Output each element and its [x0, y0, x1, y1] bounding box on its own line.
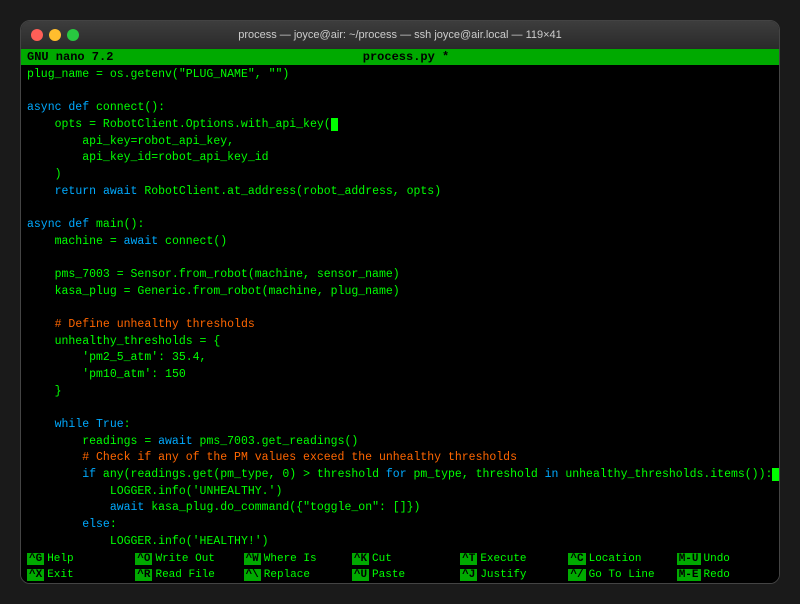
footer-undo[interactable]: M-U Undo [671, 551, 779, 567]
key-cut: ^K [352, 553, 369, 565]
maximize-button[interactable] [67, 29, 79, 41]
titlebar: process — joyce@air: ~/process — ssh joy… [21, 21, 779, 49]
code-line: machine = await connect() [27, 234, 773, 251]
code-line: readings = await pms_7003.get_readings() [27, 434, 773, 451]
key-paste: ^U [352, 569, 369, 581]
label-paste: Paste [372, 569, 405, 581]
code-line: opts = RobotClient.Options.with_api_key( [27, 117, 773, 134]
code-line: else: [27, 517, 773, 534]
key-redo: M-E [677, 569, 701, 581]
code-line: } [27, 384, 773, 401]
code-line: plug_name = os.getenv("PLUG_NAME", "") [27, 67, 773, 84]
label-cut: Cut [372, 553, 392, 565]
footer-justify[interactable]: ^J Justify [454, 567, 562, 583]
code-line: LOGGER.info('HEALTHY!') [27, 534, 773, 551]
footer-execute[interactable]: ^T Execute [454, 551, 562, 567]
code-line: # Define unhealthy thresholds [27, 317, 773, 334]
key-where-is: ^W [244, 553, 261, 565]
nano-footer: ^G Help ^O Write Out ^W Where Is ^K Cut … [21, 551, 779, 583]
code-line [27, 400, 773, 417]
traffic-lights [31, 29, 79, 41]
label-exit: Exit [47, 569, 73, 581]
label-read-file: Read File [155, 569, 214, 581]
code-line: ) [27, 167, 773, 184]
terminal-window: process — joyce@air: ~/process — ssh joy… [20, 20, 780, 584]
key-location: ^C [568, 553, 585, 565]
footer-cut[interactable]: ^K Cut [346, 551, 454, 567]
code-line [27, 200, 773, 217]
footer-help[interactable]: ^G Help [21, 551, 129, 567]
key-help: ^G [27, 553, 44, 565]
key-read-file: ^R [135, 569, 152, 581]
code-line: 'pm2_5_atm': 35.4, [27, 350, 773, 367]
key-replace: ^\ [244, 569, 261, 581]
code-line: api_key_id=robot_api_key_id [27, 150, 773, 167]
label-help: Help [47, 553, 73, 565]
label-undo: Undo [704, 553, 730, 565]
minimize-button[interactable] [49, 29, 61, 41]
code-line: pms_7003 = Sensor.from_robot(machine, se… [27, 267, 773, 284]
code-line: api_key=robot_api_key, [27, 134, 773, 151]
code-line [27, 300, 773, 317]
label-justify: Justify [480, 569, 526, 581]
code-line: await kasa_plug.do_command({"toggle_on":… [27, 500, 773, 517]
footer-redo[interactable]: M-E Redo [671, 567, 779, 583]
key-go-to-line: ^/ [568, 569, 585, 581]
key-justify: ^J [460, 569, 477, 581]
code-line: LOGGER.info('UNHEALTHY.') [27, 484, 773, 501]
code-line: unhealthy_thresholds = { [27, 334, 773, 351]
footer-where-is[interactable]: ^W Where Is [238, 551, 346, 567]
footer-read-file[interactable]: ^R Read File [129, 567, 237, 583]
footer-write-out[interactable]: ^O Write Out [129, 551, 237, 567]
nano-version: GNU nano 7.2 [21, 49, 217, 65]
footer-row-2: ^X Exit ^R Read File ^\ Replace ^U Paste… [21, 567, 779, 583]
code-line [27, 84, 773, 101]
label-write-out: Write Out [155, 553, 214, 565]
label-location: Location [589, 553, 642, 565]
close-button[interactable] [31, 29, 43, 41]
footer-go-to-line[interactable]: ^/ Go To Line [562, 567, 670, 583]
window-title: process — joyce@air: ~/process — ssh joy… [238, 29, 562, 41]
code-line: kasa_plug = Generic.from_robot(machine, … [27, 284, 773, 301]
label-replace: Replace [264, 569, 310, 581]
label-where-is: Where Is [264, 553, 317, 565]
footer-replace[interactable]: ^\ Replace [238, 567, 346, 583]
code-line: # Check if any of the PM values exceed t… [27, 450, 773, 467]
code-line [27, 250, 773, 267]
editor-area[interactable]: plug_name = os.getenv("PLUG_NAME", "") a… [21, 65, 779, 551]
key-write-out: ^O [135, 553, 152, 565]
code-line: return await RobotClient.at_address(robo… [27, 184, 773, 201]
key-exit: ^X [27, 569, 44, 581]
footer-row-1: ^G Help ^O Write Out ^W Where Is ^K Cut … [21, 551, 779, 567]
label-go-to-line: Go To Line [589, 569, 655, 581]
code-line: if any(readings.get(pm_type, 0) > thresh… [27, 467, 773, 484]
footer-exit[interactable]: ^X Exit [21, 567, 129, 583]
label-redo: Redo [704, 569, 730, 581]
code-line: async def main(): [27, 217, 773, 234]
nano-filename: process.py * [217, 49, 596, 65]
key-execute: ^T [460, 553, 477, 565]
code-line: 'pm10_atm': 150 [27, 367, 773, 384]
footer-location[interactable]: ^C Location [562, 551, 670, 567]
footer-paste[interactable]: ^U Paste [346, 567, 454, 583]
code-line: async def connect(): [27, 100, 773, 117]
key-undo: M-U [677, 553, 701, 565]
label-execute: Execute [480, 553, 526, 565]
code-line: while True: [27, 417, 773, 434]
